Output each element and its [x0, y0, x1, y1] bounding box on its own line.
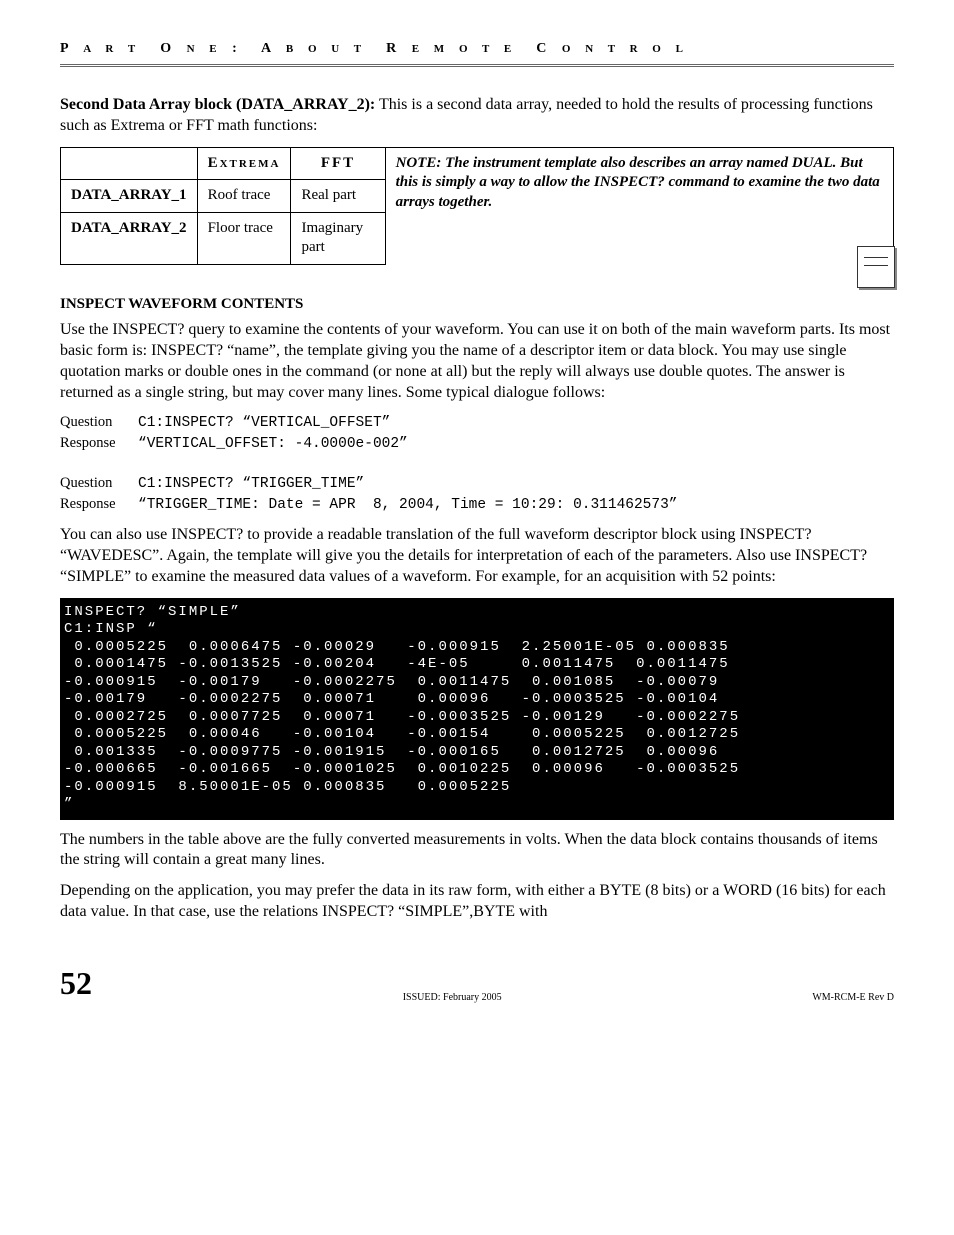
qa-text: C1:INSPECT? “VERTICAL_OFFSET” [138, 415, 390, 431]
paragraph-3: The numbers in the table above are the f… [60, 830, 894, 872]
page-footer: 52 ISSUED: February 2005 WM-RCM-E Rev D [60, 963, 894, 1005]
section-head: INSPECT WAVEFORM CONTENTS [60, 295, 894, 315]
cell-extrema: Roof trace [197, 180, 291, 213]
qa-block: QuestionC1:INSPECT? “VERTICAL_OFFSET” Re… [60, 413, 894, 515]
header-fft: FFT [291, 147, 385, 180]
row-label: DATA_ARRAY_2 [61, 212, 198, 264]
data-array-table: EXTREMA FFT NOTE: The instrument templat… [60, 147, 894, 265]
qa-text: “VERTICAL_OFFSET: -4.0000e-002” [138, 436, 408, 452]
paragraph-1: Use the INSPECT? query to examine the co… [60, 320, 894, 403]
qa-label: Question [60, 413, 138, 433]
paragraph-4: Depending on the application, you may pr… [60, 881, 894, 923]
cell-fft: Imaginary part [291, 212, 385, 264]
cell-extrema: Floor trace [197, 212, 291, 264]
qa-text: C1:INSPECT? “TRIGGER_TIME” [138, 476, 364, 492]
table-header-row: EXTREMA FFT NOTE: The instrument templat… [61, 147, 894, 180]
terminal-output: INSPECT? “SIMPLE” C1:INSP “ 0.0005225 0.… [60, 598, 894, 820]
intro-lead: Second Data Array block (DATA_ARRAY_2): [60, 96, 375, 113]
cell-fft: Real part [291, 180, 385, 213]
running-head: P A R T O N E : A B O U T R E M O T E C … [60, 40, 894, 67]
footer-right: WM-RCM-E Rev D [812, 991, 894, 1004]
qa-label: Question [60, 474, 138, 494]
header-extrema: EXTREMA [197, 147, 291, 180]
running-head-text: P A R T O N E : A B O U T R E M O T E C … [60, 41, 689, 56]
qa-text: “TRIGGER_TIME: Date = APR 8, 2004, Time … [138, 497, 678, 513]
paragraph-2: You can also use INSPECT? to provide a r… [60, 525, 894, 587]
qa-label: Response [60, 434, 138, 454]
header-blank [61, 147, 198, 180]
page-icon [857, 246, 895, 288]
intro-paragraph: Second Data Array block (DATA_ARRAY_2): … [60, 95, 894, 137]
note-cell: NOTE: The instrument template also descr… [385, 147, 893, 264]
page-number: 52 [60, 963, 92, 1005]
note-text: NOTE: The instrument template also descr… [396, 155, 880, 210]
qa-label: Response [60, 495, 138, 515]
footer-center: ISSUED: February 2005 [92, 991, 812, 1004]
row-label: DATA_ARRAY_1 [61, 180, 198, 213]
